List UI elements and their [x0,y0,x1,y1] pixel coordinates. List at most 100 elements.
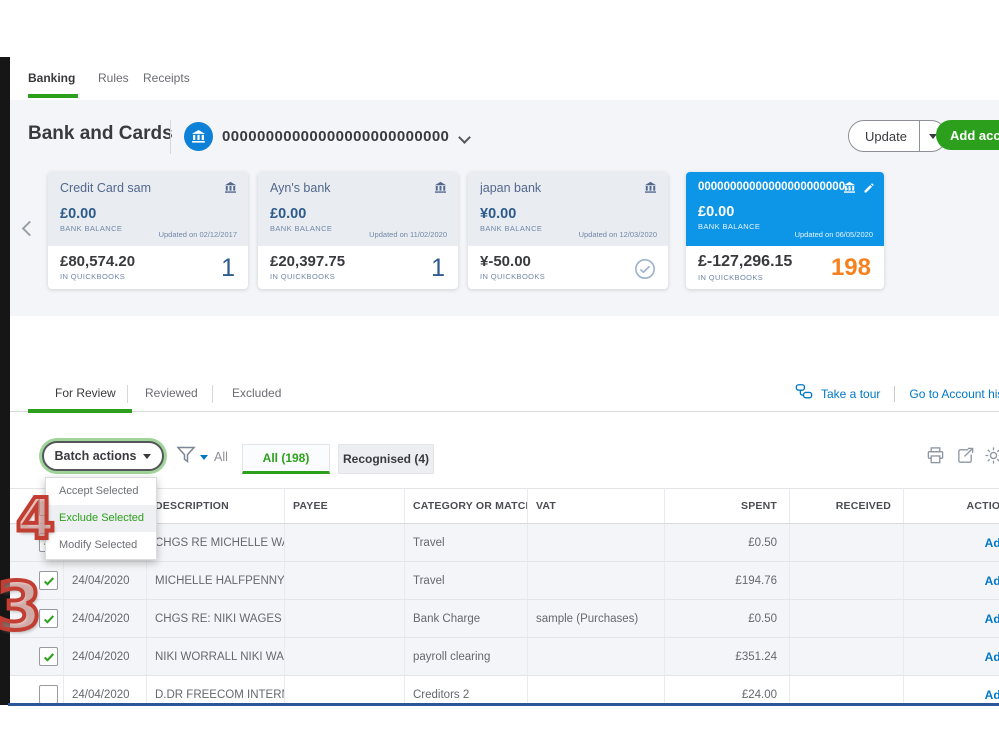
filter-all-label[interactable]: All [214,450,228,464]
divider [170,120,171,154]
update-button[interactable]: Update [848,120,947,152]
card-footer: £20,397.75 IN QUICKBOOKS 1 [258,246,458,282]
header-payee[interactable]: PAYEE [285,489,405,523]
row-checkbox[interactable] [39,647,58,666]
cell-action: Add [904,638,999,675]
bank-icon [184,122,213,151]
bank-icon [843,181,856,199]
tab-recognised[interactable]: Recognised (4) [338,444,434,474]
filter-caret-icon[interactable] [200,455,208,460]
cell-action: Add [904,562,999,599]
batch-actions-menu: Accept Selected Exclude Selected Modify … [45,477,157,560]
cell-description: CHGS RE MICHELLE WA... [147,524,285,561]
card-header: 00000000000000000000000... £0.00 BANK BA… [686,172,884,246]
menu-item-exclude-selected[interactable]: Exclude Selected [46,505,156,532]
card-name: 00000000000000000000000... [698,181,855,193]
take-tour-link[interactable]: Take a tour [821,387,880,401]
header-received[interactable]: RECEIVED [790,489,904,523]
transaction-count-badge: 198 [830,254,871,281]
table-row[interactable]: 24/04/2020 NIKI WORRALL NIKI WAG... payr… [10,638,999,676]
transactions-table: DATE DESCRIPTION PAYEE CATEGORY OR MATCH… [10,488,999,705]
cell-received [790,638,904,675]
all-reviewed-check-icon [634,258,656,285]
cell-description: CHGS RE: NIKI WAGES [147,600,285,637]
row-checkbox[interactable] [39,685,58,704]
quickbooks-label: IN QUICKBOOKS [480,272,546,281]
tab-reviewed[interactable]: Reviewed [145,386,198,400]
cell-received [790,676,904,705]
tab-excluded[interactable]: Excluded [232,386,281,400]
card-name: Credit Card sam [60,181,151,195]
account-card-japan-bank[interactable]: japan bank ¥0.00 BANK BALANCE Updated on… [468,172,668,289]
add-link[interactable]: Add [985,536,999,550]
card-footer: ¥-50.00 IN QUICKBOOKS [468,246,668,281]
edit-pencil-icon[interactable] [863,181,875,199]
add-link[interactable]: Add [985,574,999,588]
tab-rules[interactable]: Rules [98,71,129,85]
table-row[interactable]: 24/04/2020 D.DR FREECOM INTERNE... Credi… [10,676,999,705]
cell-action: Add [904,600,999,637]
update-label: Update [865,128,907,144]
chevron-down-icon[interactable] [458,131,471,144]
account-card-ayns-bank[interactable]: Ayn's bank £0.00 BANK BALANCE Updated on… [258,172,458,289]
table-row[interactable]: 24/04/2020 MICHELLE HALFPENNY ... Travel… [10,562,999,600]
divider [894,386,896,402]
cell-category: Travel [405,562,528,599]
header-description[interactable]: DESCRIPTION [147,489,285,523]
header-links: Take a tour Go to Account history [795,383,999,405]
card-footer: £-127,296.15 IN QUICKBOOKS 198 [686,246,884,282]
quickbooks-amount: £80,574.20 [60,253,136,270]
header-action[interactable]: ACTION [904,489,999,523]
quickbooks-banking-screen: Banking Rules Receipts Bank and Cards 00… [0,0,999,749]
quickbooks-amount: £20,397.75 [270,253,346,270]
tab-receipts[interactable]: Receipts [143,71,190,85]
bank-balance-amount: £0.00 [60,206,97,222]
header-spent[interactable]: SPENT [665,489,790,523]
add-link[interactable]: Add [985,612,999,626]
tab-banking[interactable]: Banking [28,71,75,85]
page-title: Bank and Cards [28,123,173,144]
filter-funnel-icon[interactable] [176,446,196,469]
add-account-button[interactable]: Add accounts [936,120,999,150]
menu-item-accept-selected[interactable]: Accept Selected [46,478,156,505]
account-card-credit-card-sam[interactable]: Credit Card sam £0.00 BANK BALANCE Updat… [48,172,248,289]
cell-spent: £24.00 [665,676,790,705]
cell-vat [528,676,665,705]
cell-spent: £0.50 [665,524,790,561]
card-footer: £80,574.20 IN QUICKBOOKS 1 [48,246,248,282]
account-history-link[interactable]: Go to Account history [909,387,999,401]
tab-all-transactions[interactable]: All (198) [242,444,330,474]
bank-icon [434,181,447,199]
cell-category: Travel [405,524,528,561]
cell-received [790,600,904,637]
card-name: japan bank [480,181,542,195]
cell-vat [528,562,665,599]
table-row[interactable]: 24/04/2020 CHGS RE MICHELLE WA... Travel… [10,524,999,562]
updated-date: Updated on 11/02/2020 [369,230,447,239]
menu-item-modify-selected[interactable]: Modify Selected [46,532,156,559]
export-icon[interactable] [956,446,975,470]
add-link[interactable]: Add [985,688,999,702]
tab-for-review[interactable]: For Review [55,386,116,400]
divider [212,385,213,403]
cell-description: D.DR FREECOM INTERNE... [147,676,285,705]
quickbooks-label: IN QUICKBOOKS [270,272,336,281]
table-row[interactable]: 24/04/2020 CHGS RE: NIKI WAGES Bank Char… [10,600,999,638]
header-vat[interactable]: VAT [528,489,665,523]
cards-scroll-left-icon[interactable] [21,220,38,237]
print-icon[interactable] [926,446,945,470]
gear-icon[interactable] [984,446,999,470]
account-number[interactable]: 00000000000000000000000000 [222,128,449,145]
add-link[interactable]: Add [985,650,999,664]
quickbooks-amount: ¥-50.00 [480,253,531,270]
cell-date: 24/04/2020 [64,676,147,705]
header-category[interactable]: CATEGORY OR MATCH [405,489,528,523]
cell-category: payroll clearing [405,638,528,675]
table-header-row: DATE DESCRIPTION PAYEE CATEGORY OR MATCH… [10,488,999,524]
active-tab-underline [28,94,78,98]
batch-actions-button[interactable]: Batch actions [42,441,164,471]
cell-description: MICHELLE HALFPENNY ... [147,562,285,599]
cell-vat: sample (Purchases) [528,600,665,637]
account-card-selected[interactable]: 00000000000000000000000... £0.00 BANK BA… [686,172,884,289]
cell-vat [528,638,665,675]
